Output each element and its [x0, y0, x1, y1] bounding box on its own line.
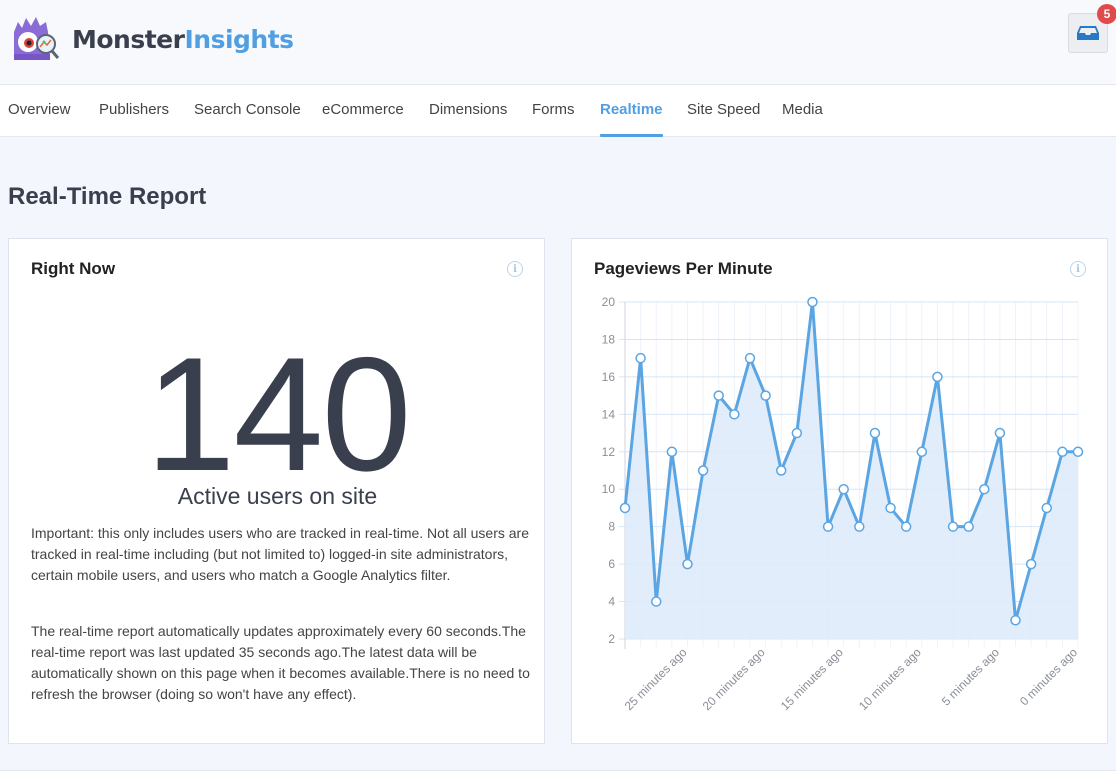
x-tick-label: 10 minutes ago — [856, 645, 924, 713]
data-point — [1010, 615, 1021, 626]
data-point — [854, 521, 865, 532]
data-point — [744, 352, 756, 364]
data-point — [729, 409, 740, 420]
y-tick-label: 2 — [608, 632, 615, 646]
right-now-title: Right Now — [31, 259, 116, 278]
x-tick-label: 5 minutes ago — [939, 645, 1002, 708]
series-area — [625, 302, 1078, 639]
notifications-count-badge: 5 — [1097, 4, 1116, 24]
data-point — [1072, 446, 1084, 458]
data-point — [932, 371, 943, 383]
data-point — [713, 390, 724, 401]
y-tick-label: 6 — [608, 557, 615, 571]
y-tick-label: 12 — [602, 445, 616, 459]
data-point — [791, 427, 803, 439]
data-point — [822, 521, 834, 532]
report-tabs: Overview Publishers Search Console eComm… — [0, 85, 1116, 137]
tab-ecommerce[interactable]: eCommerce — [322, 101, 404, 118]
brand-logo[interactable]: MonsterInsights — [8, 14, 294, 64]
data-point — [619, 502, 631, 514]
data-point — [900, 521, 912, 532]
tab-realtime[interactable]: Realtime — [600, 101, 663, 137]
brand-name: MonsterInsights — [72, 25, 294, 54]
data-point — [979, 483, 990, 495]
data-point — [963, 521, 974, 532]
y-tick-label: 4 — [608, 595, 615, 609]
data-point — [1025, 558, 1037, 570]
tab-publishers[interactable]: Publishers — [99, 101, 169, 118]
data-point — [635, 352, 646, 364]
data-point — [697, 465, 709, 476]
data-point — [916, 446, 928, 458]
x-tick-label: 0 minutes ago — [1017, 645, 1080, 708]
tab-overview[interactable]: Overview — [8, 101, 71, 118]
data-point — [807, 296, 818, 308]
x-tick-label: 15 minutes ago — [778, 645, 846, 713]
active-users-label: Active users on site — [177, 483, 378, 509]
data-point — [838, 483, 849, 495]
inbox-icon — [1077, 26, 1099, 40]
tab-forms[interactable]: Forms — [532, 101, 575, 118]
tracking-notice: Important: this only includes users who … — [31, 525, 529, 583]
x-tick-label: 25 minutes ago — [622, 645, 690, 713]
data-point — [682, 558, 693, 570]
x-tick-label: 20 minutes ago — [700, 645, 768, 713]
y-tick-label: 8 — [608, 520, 615, 534]
data-point — [869, 427, 881, 439]
brand-name-part1: Monster — [72, 24, 185, 54]
y-tick-label: 14 — [602, 407, 616, 421]
y-tick-label: 18 — [602, 332, 616, 346]
pageviews-chart: 2 4 6 8 10 12 14 16 18 20 25 minutes ago 20 minutes… — [602, 295, 1084, 713]
tab-dimensions[interactable]: Dimensions — [429, 101, 507, 118]
data-point — [760, 390, 771, 401]
y-tick-label: 16 — [602, 370, 616, 384]
data-point — [994, 427, 1006, 439]
data-point — [1057, 446, 1068, 458]
data-point — [885, 502, 896, 514]
y-tick-label: 10 — [602, 482, 616, 496]
data-point — [775, 465, 787, 476]
page-title: Real-Time Report — [8, 183, 207, 210]
info-icon[interactable]: i — [507, 261, 523, 277]
brand-name-part2: Insights — [184, 24, 294, 54]
tab-site-speed[interactable]: Site Speed — [687, 101, 760, 118]
monster-mascot-icon — [8, 14, 64, 64]
data-point — [1041, 502, 1053, 514]
data-point — [650, 596, 662, 607]
y-tick-label: 20 — [602, 295, 616, 309]
top-header: MonsterInsights 5 — [0, 0, 1116, 85]
tab-media[interactable]: Media — [782, 101, 823, 118]
right-now-card: Right Now i 140 Active users on site Imp… — [8, 238, 545, 744]
data-point — [666, 446, 678, 458]
tab-search-console[interactable]: Search Console — [194, 101, 301, 118]
pageviews-card: Pageviews Per Minute i 2 4 6 8 10 12 14 16 18 20 2… — [571, 238, 1108, 744]
active-users-count: 140 — [145, 324, 411, 505]
update-notice: The real-time report automatically updat… — [31, 623, 530, 702]
data-point — [947, 521, 959, 532]
